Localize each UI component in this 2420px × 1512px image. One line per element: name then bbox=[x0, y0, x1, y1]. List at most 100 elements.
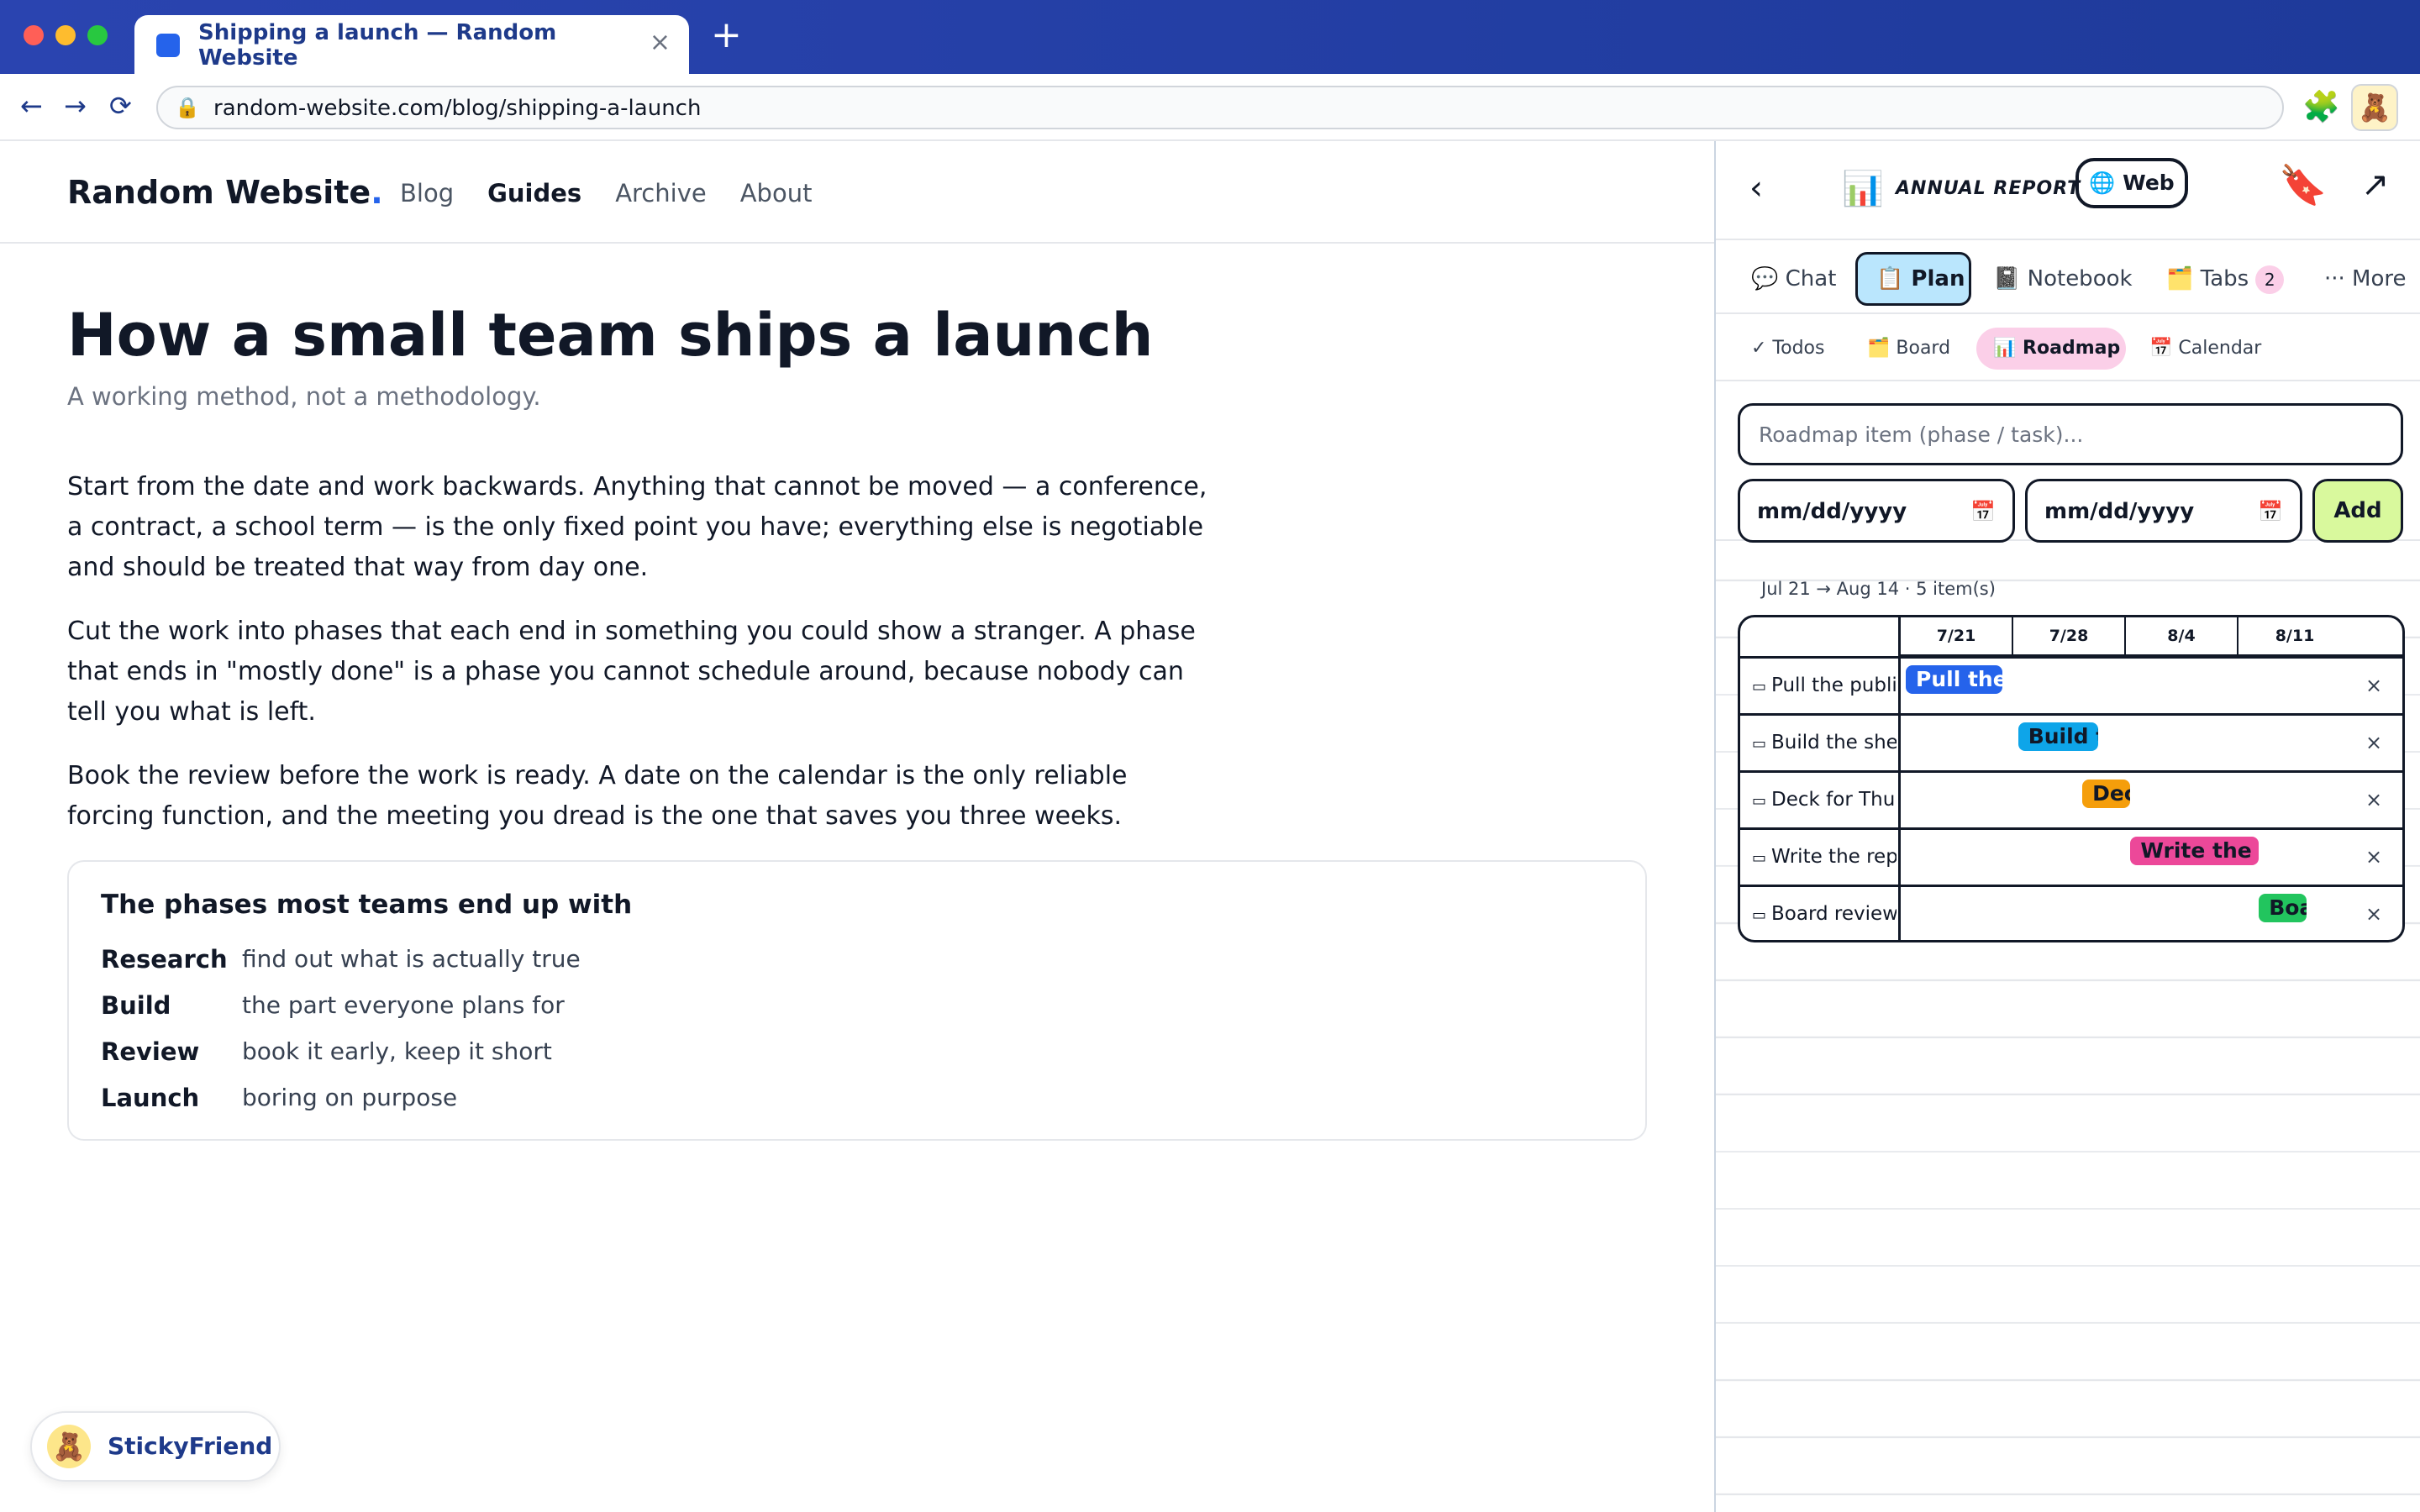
roadmap-summary: Jul 21 → Aug 14 · 5 item(s) bbox=[1761, 579, 1996, 599]
phase-term: Build bbox=[101, 991, 171, 1020]
timeline-bar[interactable]: Write the report bbox=[2130, 837, 2260, 865]
tab-favicon-icon bbox=[156, 34, 180, 57]
roadmap-item-input[interactable] bbox=[1738, 403, 2403, 465]
window-minimize-button[interactable] bbox=[55, 25, 76, 45]
new-tab-button[interactable]: + bbox=[711, 15, 742, 55]
timeline-row: ▭Build the sheet Build the sheet × bbox=[1740, 713, 2402, 770]
nav-link-blog[interactable]: Blog bbox=[400, 175, 454, 212]
phases-card: The phases most teams end up with Resear… bbox=[67, 860, 1647, 1141]
back-arrow-icon[interactable]: ← bbox=[20, 89, 43, 123]
extensions-puzzle-icon[interactable]: 🧩 bbox=[2302, 89, 2340, 126]
tab-plan[interactable]: 📋 Plan bbox=[1855, 252, 1971, 306]
timeline-row-label-text: Pull the public numbers bbox=[1771, 675, 1897, 696]
tab-notebook[interactable]: 📓 Notebook bbox=[1993, 252, 2133, 306]
timeline-row-label: ▭Build the sheet bbox=[1752, 716, 1897, 769]
delete-row-icon[interactable]: × bbox=[2365, 887, 2382, 940]
article-paragraph: Book the review before the work is ready… bbox=[67, 761, 1128, 831]
reload-icon[interactable]: ⟳ bbox=[109, 89, 132, 123]
tab-tabs[interactable]: 🗂️ Tabs 2 bbox=[2166, 252, 2285, 306]
timeline-tick-label: 7/21 bbox=[1901, 617, 2013, 654]
subtab-todos[interactable]: ✓ Todos bbox=[1751, 328, 1824, 370]
address-bar[interactable]: 🔒 random-website.com/blog/shipping-a-lau… bbox=[156, 86, 2284, 129]
timeline-row-label: ▭Pull the public numbers bbox=[1752, 659, 1897, 712]
row-handle-icon: ▭ bbox=[1752, 735, 1767, 753]
timeline-tick-label: 8/11 bbox=[2275, 627, 2315, 645]
lock-icon: 🔒 bbox=[175, 96, 200, 119]
web-button[interactable]: 🌐 Web bbox=[2075, 158, 2188, 208]
subtab-roadmap[interactable]: 📊 Roadmap bbox=[1976, 328, 2126, 370]
timeline-bar[interactable]: Deck for Thursday bbox=[2082, 780, 2131, 808]
phases-card-title: The phases most teams end up with bbox=[101, 890, 633, 920]
timeline-tick-label: 7/28 bbox=[2013, 617, 2126, 654]
timeline-row-label: ▭ Board review bbox=[1752, 887, 1897, 940]
phase-description: book it early, keep it short bbox=[242, 1037, 552, 1065]
timeline-row-label-text: Deck for Thursday bbox=[1771, 789, 1897, 811]
timeline-row: ▭Board review Board review × bbox=[1740, 885, 2402, 940]
subtab-board[interactable]: 🗂️ Board bbox=[1867, 328, 1950, 370]
site-nav: Blog Guides Archive About bbox=[400, 175, 812, 212]
calendar-icon[interactable]: 📅 bbox=[2258, 496, 2283, 527]
timeline-bar[interactable]: Pull the public numbers bbox=[1906, 665, 2002, 694]
window-maximize-button[interactable] bbox=[87, 25, 108, 45]
phase-description: the part everyone plans for bbox=[242, 991, 565, 1019]
subtab-calendar[interactable]: 📅 Calendar bbox=[2149, 328, 2261, 370]
panel-tabs: 💬 Chat 📋 Plan 📓 Notebook 🗂️ Tabs 2 ··· Mo… bbox=[1716, 239, 2420, 314]
delete-row-icon[interactable]: × bbox=[2365, 830, 2382, 884]
roadmap-timeline: 7/21 7/28 8/4 8/11 ▭Pull the public numb… bbox=[1738, 615, 2405, 942]
forward-arrow-icon[interactable]: → bbox=[64, 89, 87, 123]
phase-row: Review book it early, keep it short bbox=[101, 1028, 1613, 1075]
timeline-row: ▭Pull the public numbers Pull the public… bbox=[1740, 656, 2402, 713]
tab-more[interactable]: ··· More bbox=[2324, 252, 2407, 306]
delete-row-icon[interactable]: × bbox=[2365, 659, 2382, 712]
delete-row-icon[interactable]: × bbox=[2365, 773, 2382, 827]
tab-close-icon[interactable]: × bbox=[650, 30, 671, 55]
article-title: How a small team ships a launch bbox=[67, 301, 1154, 370]
row-handle-icon: ▭ bbox=[1752, 678, 1767, 696]
panel-back-icon[interactable]: ‹ bbox=[1749, 165, 1763, 212]
phase-row: Research find out what is actually true bbox=[101, 936, 1613, 983]
timeline-bar[interactable]: Build the sheet bbox=[2018, 722, 2099, 751]
sticky-friend-label: StickyFriend bbox=[108, 1432, 273, 1460]
timeline-bar[interactable]: Board review bbox=[2259, 894, 2307, 922]
row-handle-icon: ▭ bbox=[1752, 849, 1767, 867]
site-logo-dot: . bbox=[371, 174, 383, 211]
sticky-friend-extension-icon[interactable]: 🧸 bbox=[2351, 84, 2398, 131]
expand-icon[interactable]: ↗ bbox=[2361, 161, 2390, 208]
tab-tabs-label: 🗂️ Tabs bbox=[2166, 266, 2249, 291]
window-close-button[interactable] bbox=[24, 25, 44, 45]
tab-title: Shipping a launch — Random Website bbox=[198, 20, 557, 71]
timeline-row: ▭Deck for Thursday Deck for Thursday × bbox=[1740, 770, 2402, 827]
bookmark-icon[interactable]: 🔖 bbox=[2279, 160, 2327, 210]
bear-mascot-icon: 🧸 bbox=[47, 1425, 91, 1468]
add-button[interactable]: Add bbox=[2312, 479, 2403, 543]
row-handle-icon: ▭ bbox=[1752, 906, 1767, 924]
nav-link-guides[interactable]: Guides bbox=[487, 175, 581, 212]
browser-tab-active[interactable]: Shipping a launch — Random Website × bbox=[134, 15, 689, 74]
url-text[interactable]: random-website.com/blog/shipping-a-launc… bbox=[213, 96, 701, 121]
calendar-icon[interactable]: 📅 bbox=[1970, 496, 1996, 527]
web-page: Random Website. Blog Guides Archive Abou… bbox=[0, 141, 1714, 1512]
sticky-friend-button[interactable]: 🧸 StickyFriend bbox=[30, 1411, 281, 1482]
browser-tab-strip: Shipping a launch — Random Website × + bbox=[0, 0, 2420, 74]
article-paragraph: Start from the date and work backwards. … bbox=[67, 472, 1207, 582]
phase-description: find out what is actually true bbox=[242, 945, 581, 973]
tab-chat[interactable]: 💬 Chat bbox=[1751, 252, 1836, 306]
nav-link-about[interactable]: About bbox=[740, 175, 813, 212]
nav-link-archive[interactable]: Archive bbox=[615, 175, 707, 212]
end-date-field[interactable]: mm/dd/yyyy 📅 bbox=[2025, 479, 2302, 543]
chart-icon: 📊 bbox=[1842, 170, 1884, 208]
row-handle-icon: ▭ bbox=[1752, 792, 1767, 810]
timeline-row-label: ▭Write the report bbox=[1752, 830, 1897, 884]
start-date-field[interactable]: mm/dd/yyyy 📅 bbox=[1738, 479, 2015, 543]
site-header: Random Website. Blog Guides Archive Abou… bbox=[0, 141, 1714, 244]
side-panel: ‹ 📊 ANNUAL REPORT 🌐 Web 🔖 ↗ 💬 Chat 📋 Pla… bbox=[1714, 141, 2420, 1512]
panel-project-name: ANNUAL REPORT bbox=[1896, 178, 2081, 199]
site-logo[interactable]: Random Website. bbox=[67, 171, 383, 213]
timeline-tick-label: 8/4 bbox=[2126, 617, 2238, 654]
timeline-row-label-text: Build the sheet bbox=[1771, 732, 1897, 753]
delete-row-icon[interactable]: × bbox=[2365, 716, 2382, 769]
timeline-row: ▭Write the report Write the report × bbox=[1740, 827, 2402, 885]
phase-term: Review bbox=[101, 1037, 200, 1066]
end-date-text: mm/dd/yyyy bbox=[2044, 499, 2195, 524]
plan-subtabs: ✓ Todos 🗂️ Board 📊 Roadmap 📅 Calendar bbox=[1716, 314, 2420, 381]
